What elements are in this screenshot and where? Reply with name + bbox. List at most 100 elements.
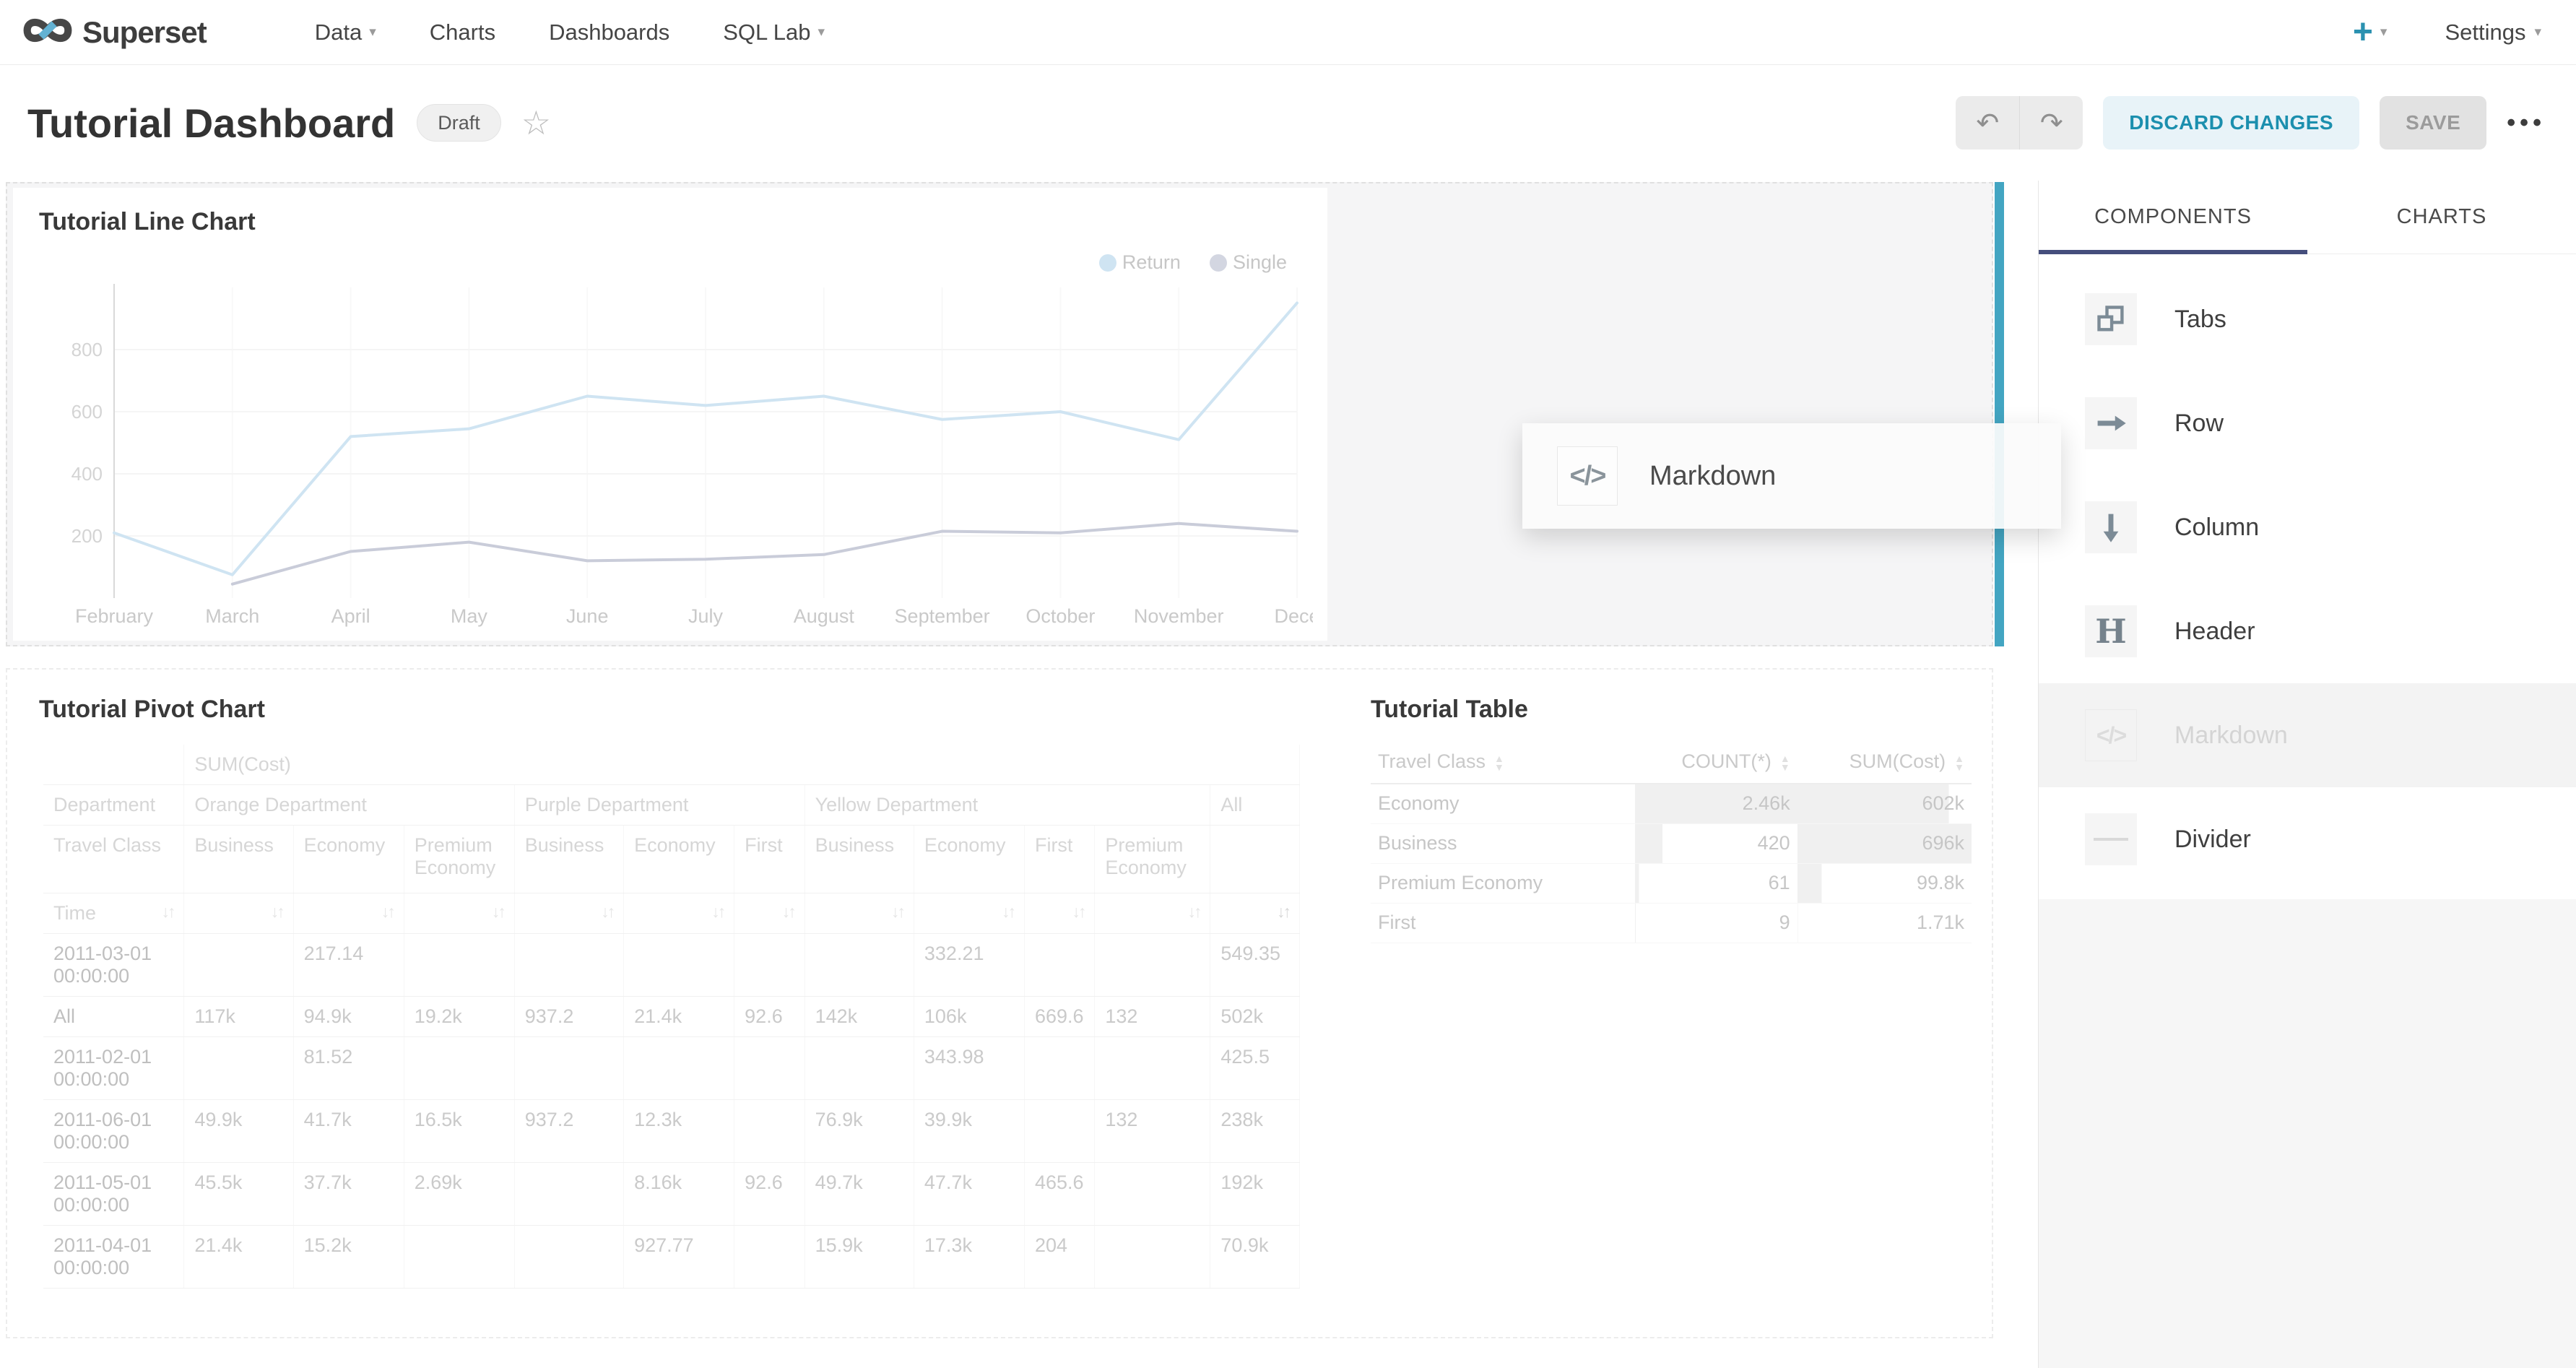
pivot-value-cell: 465.6 bbox=[1024, 1163, 1094, 1226]
pivot-value-cell bbox=[184, 1037, 293, 1100]
nav-item-charts[interactable]: Charts bbox=[430, 20, 495, 46]
table-cell-sum: 99.8k bbox=[1797, 863, 1972, 903]
pivot-value-cell bbox=[734, 1100, 805, 1163]
sort-icon[interactable]: ↓↑ bbox=[492, 902, 504, 922]
legend-item-return[interactable]: Return bbox=[1099, 251, 1181, 274]
pivot-value-cell bbox=[514, 1226, 623, 1289]
redo-button[interactable]: ↷ bbox=[2019, 96, 2083, 150]
sort-icon[interactable]: ↓↑ bbox=[381, 902, 394, 922]
divider-icon bbox=[2085, 813, 2137, 865]
pivot-value-cell: 132 bbox=[1095, 997, 1210, 1037]
component-item-tabs[interactable]: Tabs bbox=[2039, 267, 2576, 371]
nav-menu: Data▾ Charts Dashboards SQL Lab▾ bbox=[315, 20, 825, 46]
component-item-divider[interactable]: Divider bbox=[2039, 787, 2576, 891]
component-item-column[interactable]: Column bbox=[2039, 475, 2576, 579]
pivot-sort-cell[interactable]: ↓↑ bbox=[914, 893, 1024, 934]
nav-item-dashboards[interactable]: Dashboards bbox=[549, 20, 669, 46]
pivot-value-cell: 669.6 bbox=[1024, 997, 1094, 1037]
tab-components[interactable]: COMPONENTS bbox=[2039, 181, 2307, 254]
pivot-sort-cell[interactable]: ↓↑ bbox=[1210, 893, 1300, 934]
sort-icon[interactable]: ↓↑ bbox=[601, 902, 613, 922]
discard-changes-button[interactable]: DISCARD CHANGES bbox=[2103, 96, 2359, 150]
table-cell-class: Economy bbox=[1371, 784, 1635, 823]
new-item-button[interactable]: + ▾ bbox=[2353, 15, 2388, 50]
pivot-sort-cell[interactable]: ↓↑ bbox=[184, 893, 293, 934]
legend-item-single[interactable]: Single bbox=[1210, 251, 1287, 274]
superset-logo[interactable]: Superset bbox=[23, 14, 207, 51]
table-row: Economy2.46k602k bbox=[1371, 784, 1972, 823]
undo-button[interactable]: ↶ bbox=[1956, 96, 2019, 150]
nav-item-data[interactable]: Data▾ bbox=[315, 20, 376, 46]
pivot-value-cell bbox=[514, 934, 623, 997]
pivot-sort-cell[interactable]: Time↓↑ bbox=[43, 893, 184, 934]
y-tick-label: 600 bbox=[71, 401, 103, 423]
pivot-sort-cell[interactable]: ↓↑ bbox=[624, 893, 734, 934]
sort-icon[interactable]: ↓↑ bbox=[1072, 902, 1084, 922]
dashboard-title[interactable]: Tutorial Dashboard bbox=[27, 100, 395, 147]
pivot-row-time: 2011-02-01 00:00:00 bbox=[43, 1037, 184, 1100]
pivot-table: SUM(Cost)DepartmentOrange DepartmentPurp… bbox=[43, 745, 1300, 1289]
sort-icon[interactable]: ↓↑ bbox=[161, 902, 173, 922]
pivot-dept-label: Department bbox=[43, 785, 184, 826]
pivot-value-cell bbox=[1024, 1037, 1094, 1100]
pivot-value-cell: 2.69k bbox=[404, 1163, 514, 1226]
sort-icon[interactable]: ↓↑ bbox=[1277, 902, 1289, 922]
pivot-value-cell bbox=[404, 934, 514, 997]
pivot-value-cell bbox=[624, 934, 734, 997]
pivot-sort-cell[interactable]: ↓↑ bbox=[514, 893, 623, 934]
pivot-value-cell bbox=[1024, 934, 1094, 997]
pivot-value-cell: 19.2k bbox=[404, 997, 514, 1037]
chevron-down-icon: ▾ bbox=[369, 24, 376, 40]
pivot-class-col: First bbox=[734, 826, 805, 893]
sort-icon[interactable]: ↓↑ bbox=[1187, 902, 1200, 922]
markdown-drag-preview[interactable]: </> Markdown bbox=[1522, 423, 2061, 529]
component-list: Tabs Row Column bbox=[2039, 267, 2576, 891]
pivot-value-cell bbox=[734, 1226, 805, 1289]
nav-item-sql-lab[interactable]: SQL Lab▾ bbox=[723, 20, 825, 46]
favorite-star-icon[interactable]: ☆ bbox=[521, 103, 551, 142]
sorter-icon[interactable]: ▲▼ bbox=[1954, 754, 1964, 771]
pivot-value-cell: 937.2 bbox=[514, 997, 623, 1037]
sorter-icon[interactable]: ▲▼ bbox=[1780, 754, 1790, 771]
sort-icon[interactable]: ↓↑ bbox=[711, 902, 724, 922]
sort-icon[interactable]: ↓↑ bbox=[271, 902, 283, 922]
component-item-row[interactable]: Row bbox=[2039, 371, 2576, 475]
pivot-sort-cell[interactable]: ↓↑ bbox=[1024, 893, 1094, 934]
pivot-value-cell: 12.3k bbox=[624, 1100, 734, 1163]
pivot-class-col: Business bbox=[514, 826, 623, 893]
pivot-value-cell: 502k bbox=[1210, 997, 1300, 1037]
sort-icon[interactable]: ↓↑ bbox=[1002, 902, 1014, 922]
settings-menu[interactable]: Settings▾ bbox=[2445, 20, 2541, 46]
pivot-value-cell bbox=[184, 934, 293, 997]
table-column-header[interactable]: COUNT(*)▲▼ bbox=[1635, 746, 1797, 784]
table-cell-class: First bbox=[1371, 903, 1635, 943]
save-button[interactable]: SAVE bbox=[2380, 96, 2486, 150]
sort-icon[interactable]: ↓↑ bbox=[891, 902, 903, 922]
x-tick-label: July bbox=[688, 605, 724, 627]
pivot-value-cell: 343.98 bbox=[914, 1037, 1024, 1100]
pivot-sort-cell[interactable]: ↓↑ bbox=[805, 893, 914, 934]
pivot-sort-cell[interactable]: ↓↑ bbox=[1095, 893, 1210, 934]
table-cell-count: 9 bbox=[1635, 903, 1797, 943]
draft-badge: Draft bbox=[417, 104, 501, 142]
sorter-icon[interactable]: ▲▼ bbox=[1494, 754, 1504, 771]
chart-legend: Return Single bbox=[1099, 251, 1287, 274]
table-row: Premium Economy6199.8k bbox=[1371, 863, 1972, 903]
table-column-header[interactable]: Travel Class▲▼ bbox=[1371, 746, 1635, 784]
pivot-value-cell: 92.6 bbox=[734, 1163, 805, 1226]
table-column-header[interactable]: SUM(Cost)▲▼ bbox=[1797, 746, 1972, 784]
component-item-header[interactable]: H Header bbox=[2039, 579, 2576, 683]
pivot-sort-cell[interactable]: ↓↑ bbox=[734, 893, 805, 934]
pivot-sort-cell[interactable]: ↓↑ bbox=[404, 893, 514, 934]
pivot-value-cell: 425.5 bbox=[1210, 1037, 1300, 1100]
sort-icon[interactable]: ↓↑ bbox=[782, 902, 794, 922]
markdown-code-icon: </> bbox=[2085, 709, 2137, 761]
tab-charts[interactable]: CHARTS bbox=[2307, 181, 2576, 254]
pivot-sort-cell[interactable]: ↓↑ bbox=[293, 893, 404, 934]
pivot-value-cell: 76.9k bbox=[805, 1100, 914, 1163]
undo-icon: ↶ bbox=[1976, 107, 1999, 139]
pivot-value-cell: 238k bbox=[1210, 1100, 1300, 1163]
pivot-value-cell bbox=[1095, 934, 1210, 997]
line-chart-plot: 200400600800FebruaryMarchAprilMayJuneJul… bbox=[20, 274, 1313, 630]
more-options-button[interactable]: ••• bbox=[2507, 109, 2546, 137]
